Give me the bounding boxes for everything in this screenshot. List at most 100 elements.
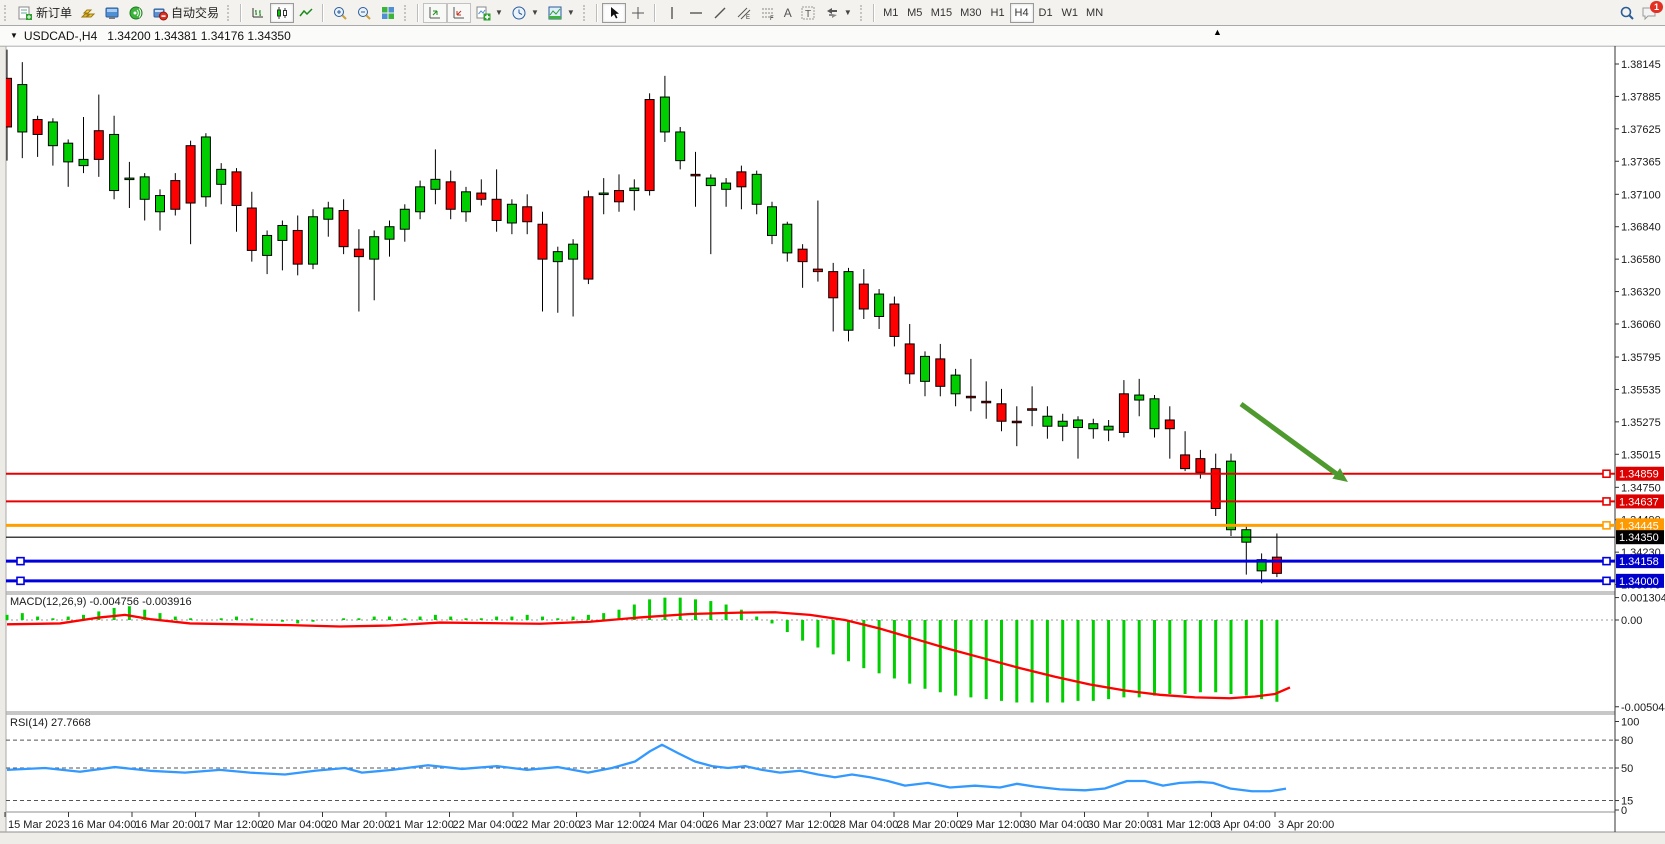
timeframe-m1-button[interactable]: M1 bbox=[879, 3, 903, 23]
channel-tool-button[interactable]: E bbox=[732, 3, 756, 23]
svg-text:1.34000: 1.34000 bbox=[1619, 576, 1659, 588]
cursor-icon bbox=[606, 5, 622, 21]
fibonacci-tool-button[interactable]: F bbox=[756, 3, 780, 23]
window-menu-icon[interactable]: ▼ bbox=[10, 31, 18, 40]
svg-text:1.37100: 1.37100 bbox=[1621, 189, 1661, 201]
svg-text:22 Mar 04:00: 22 Mar 04:00 bbox=[453, 819, 518, 831]
gold-bars-icon bbox=[80, 5, 96, 21]
svg-text:1.37885: 1.37885 bbox=[1621, 91, 1661, 103]
dropdown-caret: ▼ bbox=[531, 8, 539, 17]
search-icon[interactable] bbox=[1619, 5, 1635, 21]
candle-chart-icon bbox=[274, 5, 290, 21]
chart-shift-marker[interactable]: ▲ bbox=[1213, 27, 1222, 37]
toolbar-separator bbox=[596, 4, 598, 22]
timeframe-d1-button[interactable]: D1 bbox=[1034, 3, 1058, 23]
zoom-in-button[interactable] bbox=[328, 3, 352, 23]
timeframe-m15-button[interactable]: M15 bbox=[927, 3, 956, 23]
trendline-tool-button[interactable] bbox=[708, 3, 732, 23]
add-indicator-icon bbox=[475, 5, 491, 21]
candle-chart-button[interactable] bbox=[270, 3, 294, 23]
add-indicator-button[interactable]: ▼ bbox=[471, 3, 507, 23]
hline-tool-button[interactable] bbox=[684, 3, 708, 23]
svg-text:26 Mar 23:00: 26 Mar 23:00 bbox=[707, 819, 772, 831]
cursor-button[interactable] bbox=[602, 3, 626, 23]
svg-text:1.35535: 1.35535 bbox=[1621, 384, 1661, 396]
text-label-tool-button[interactable]: T bbox=[796, 3, 820, 23]
svg-text:20 Mar 04:00: 20 Mar 04:00 bbox=[262, 819, 327, 831]
trendline-icon bbox=[712, 5, 728, 21]
new-order-label: 新订单 bbox=[36, 4, 72, 21]
line-chart-icon bbox=[298, 5, 314, 21]
timeframe-m5-button[interactable]: M5 bbox=[903, 3, 927, 23]
autotrade-button[interactable]: 自动交易 bbox=[148, 3, 223, 23]
signal-icon bbox=[128, 5, 144, 21]
chart-canvas[interactable]: 1.381451.378851.376251.373651.371001.368… bbox=[0, 0, 1665, 844]
vline-tool-button[interactable] bbox=[660, 3, 684, 23]
tile-windows-button[interactable] bbox=[376, 3, 400, 23]
indicator-window-next-button[interactable] bbox=[447, 3, 471, 23]
svg-text:31 Mar 12:00: 31 Mar 12:00 bbox=[1151, 819, 1216, 831]
toolbar-grip[interactable] bbox=[860, 5, 865, 21]
chart-title-ohlc: 1.34200 1.34381 1.34176 1.34350 bbox=[107, 29, 291, 43]
notifications-button[interactable]: 1 bbox=[1641, 5, 1657, 21]
period-button[interactable]: ▼ bbox=[507, 3, 543, 23]
clock-icon bbox=[511, 5, 527, 21]
bar-chart-button[interactable] bbox=[246, 3, 270, 23]
line-chart-button[interactable] bbox=[294, 3, 318, 23]
toolbar-separator bbox=[240, 4, 242, 22]
chart-title-symbol: USDCAD-,H4 bbox=[24, 29, 97, 43]
timeframe-h1-button[interactable]: H1 bbox=[986, 3, 1010, 23]
timeframe-m30-button[interactable]: M30 bbox=[956, 3, 985, 23]
dropdown-caret: ▼ bbox=[567, 8, 575, 17]
svg-text:1.36580: 1.36580 bbox=[1621, 254, 1661, 266]
new-order-icon bbox=[17, 5, 33, 21]
timeframe-mn-button[interactable]: MN bbox=[1082, 3, 1107, 23]
dropdown-caret: ▼ bbox=[495, 8, 503, 17]
zoom-in-icon bbox=[332, 5, 348, 21]
svg-text:29 Mar 12:00: 29 Mar 12:00 bbox=[961, 819, 1026, 831]
toolbar-grip[interactable] bbox=[583, 5, 588, 21]
indicator-window-prev-button[interactable] bbox=[423, 3, 447, 23]
svg-text:1.38145: 1.38145 bbox=[1621, 59, 1661, 71]
svg-text:1.35795: 1.35795 bbox=[1621, 352, 1661, 364]
toolbar-grip[interactable] bbox=[4, 5, 9, 21]
signals-button[interactable] bbox=[124, 3, 148, 23]
text-a-icon: A bbox=[784, 6, 792, 20]
market-watch-button[interactable] bbox=[76, 3, 100, 23]
terminal-button[interactable] bbox=[100, 3, 124, 23]
timeframe-w1-button[interactable]: W1 bbox=[1058, 3, 1083, 23]
toolbar-separator bbox=[654, 4, 656, 22]
svg-text:E: E bbox=[746, 15, 750, 21]
crosshair-button[interactable] bbox=[626, 3, 650, 23]
tile-windows-icon bbox=[380, 5, 396, 21]
svg-text:1.35015: 1.35015 bbox=[1621, 449, 1661, 461]
svg-text:0.00: 0.00 bbox=[1621, 615, 1642, 627]
zoom-out-button[interactable] bbox=[352, 3, 376, 23]
rsi-indicator-label: RSI(14) 27.7668 bbox=[10, 717, 91, 729]
template-button[interactable]: ▼ bbox=[543, 3, 579, 23]
toolbar-grip[interactable] bbox=[227, 5, 232, 21]
text-tool-button[interactable]: A bbox=[780, 3, 796, 23]
toolbar-grip[interactable] bbox=[404, 5, 409, 21]
chart-titlebar: ▼ USDCAD-,H4 1.34200 1.34381 1.34176 1.3… bbox=[0, 26, 1665, 46]
svg-text:21 Mar 12:00: 21 Mar 12:00 bbox=[389, 819, 454, 831]
svg-text:3 Apr 04:00: 3 Apr 04:00 bbox=[1215, 819, 1271, 831]
hline-icon bbox=[688, 5, 704, 21]
timeframe-h4-button[interactable]: H4 bbox=[1010, 3, 1034, 23]
svg-text:100: 100 bbox=[1621, 717, 1639, 729]
svg-text:1.34350: 1.34350 bbox=[1619, 532, 1659, 544]
dropdown-caret: ▼ bbox=[844, 8, 852, 17]
svg-text:1.34750: 1.34750 bbox=[1621, 482, 1661, 494]
svg-text:1.37625: 1.37625 bbox=[1621, 124, 1661, 136]
svg-text:3 Apr 20:00: 3 Apr 20:00 bbox=[1278, 819, 1334, 831]
arrows-tool-button[interactable]: ▼ bbox=[820, 3, 856, 23]
svg-text:15 Mar 2023: 15 Mar 2023 bbox=[8, 819, 70, 831]
toolbar-separator bbox=[417, 4, 419, 22]
svg-text:30 Mar 20:00: 30 Mar 20:00 bbox=[1088, 819, 1153, 831]
fibonacci-icon: F bbox=[760, 5, 776, 21]
toolbar-separator bbox=[322, 4, 324, 22]
svg-text:80: 80 bbox=[1621, 735, 1633, 747]
svg-text:30 Mar 04:00: 30 Mar 04:00 bbox=[1024, 819, 1089, 831]
svg-text:1.34859: 1.34859 bbox=[1619, 469, 1659, 481]
new-order-button[interactable]: 新订单 bbox=[13, 3, 76, 23]
